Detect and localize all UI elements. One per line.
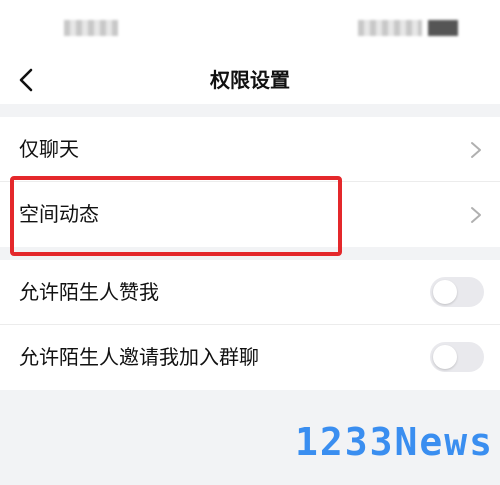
settings-row-label: 仅聊天: [19, 137, 79, 161]
settings-row-space-feed[interactable]: 空间动态: [0, 182, 500, 247]
settings-row-label: 空间动态: [19, 202, 99, 226]
battery-icon: [428, 20, 458, 36]
status-signal-blurred: [358, 20, 422, 36]
settings-row-chat-only[interactable]: 仅聊天: [0, 117, 500, 182]
back-arrow-icon[interactable]: [14, 66, 42, 94]
watermark-logo: 1233News: [294, 420, 494, 464]
settings-group-primary: 仅聊天 空间动态: [0, 117, 500, 247]
settings-row-label: 允许陌生人邀请我加入群聊: [19, 345, 259, 369]
settings-row-label: 允许陌生人赞我: [19, 280, 159, 304]
stranger-group-invite-toggle[interactable]: [430, 342, 484, 372]
page-title: 权限设置: [210, 68, 290, 92]
stranger-likes-toggle[interactable]: [430, 277, 484, 307]
chevron-right-icon: [471, 207, 481, 223]
nav-bar: 权限设置: [0, 56, 500, 104]
status-bar: [0, 0, 500, 56]
settings-row-allow-stranger-group-invite: 允许陌生人邀请我加入群聊: [0, 325, 500, 390]
settings-row-allow-stranger-likes: 允许陌生人赞我: [0, 260, 500, 325]
toggle-knob: [433, 345, 457, 369]
status-time-blurred: [64, 20, 118, 36]
settings-group-strangers: 允许陌生人赞我 允许陌生人邀请我加入群聊: [0, 260, 500, 390]
chevron-right-icon: [471, 142, 481, 158]
toggle-knob: [433, 280, 457, 304]
